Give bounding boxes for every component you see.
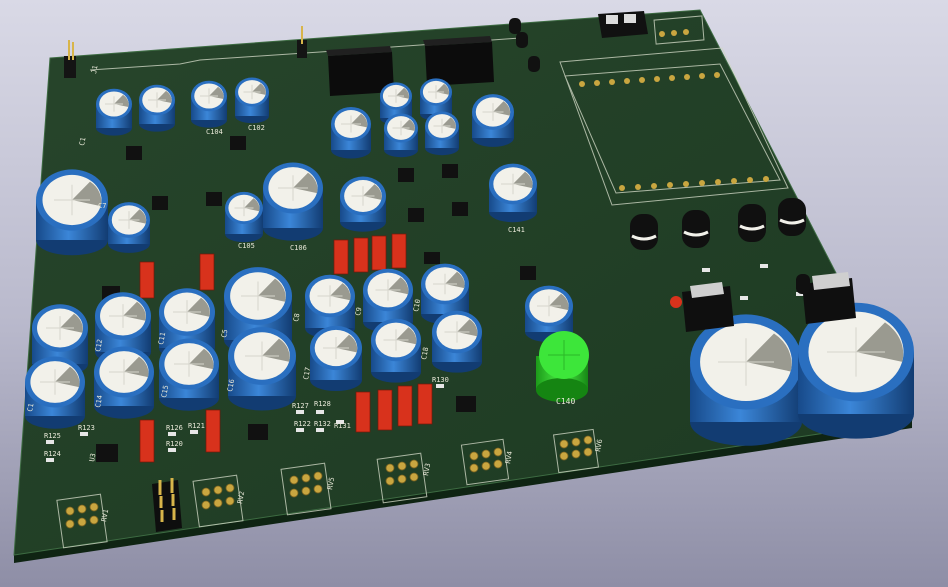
label-c106: C106 [290,244,307,252]
label-r121: R121 [188,422,205,430]
label-r131: R131 [334,422,351,430]
capacitor-28 [310,325,362,392]
capacitor-4 [235,77,269,124]
label-r122: R122 [294,420,311,428]
label-r125: R125 [44,432,61,440]
capacitor-27 [228,327,296,411]
capacitor-29 [371,318,421,383]
capacitor-2 [139,84,175,132]
capacitor-33 [798,302,914,439]
label-c1: C1 [26,403,35,413]
capacitor-30 [432,310,482,373]
label-u3: U3 [88,453,97,463]
label-c7: C7 [98,202,106,210]
capacitor-24 [25,356,85,429]
capacitor-1 [96,88,132,136]
capacitor-12 [108,202,150,253]
label-r130: R130 [432,376,449,384]
capacitor-15 [340,176,386,232]
label-c105: C105 [238,242,255,250]
label-c9: C9 [354,307,363,317]
label-r120: R120 [166,440,183,448]
capacitor-10 [472,94,514,147]
label-r123: R123 [78,424,95,432]
capacitor-9 [425,111,459,156]
green-capacitor [536,331,589,402]
pin-header-bottom [152,478,182,532]
label-r126: R126 [166,424,183,432]
label-c1-top: C1 [78,137,87,147]
label-c140: C140 [556,397,575,406]
capacitor-25 [94,346,154,419]
capacitor-13 [225,191,263,243]
label-r132: R132 [314,420,331,428]
capacitor-26 [159,338,219,411]
capacitor-7 [331,107,371,159]
label-c141: C141 [508,226,525,234]
label-c102: C102 [248,124,265,132]
capacitor-3 [191,80,227,128]
capacitor-8 [384,113,418,158]
capacitor-11 [36,169,108,256]
label-r124: R124 [44,450,61,458]
label-c104: C104 [206,128,223,136]
capacitor-16 [489,163,537,223]
dc-jack [598,11,648,38]
label-c8: C8 [292,313,301,323]
label-r128: R128 [314,400,331,408]
capacitor-32 [690,314,802,446]
label-c5: C5 [220,329,229,339]
pcb-3d-render: C7 C1 C12 C11 C14 C15 C16 C5 C8 C17 C9 C… [13,9,914,563]
label-r127: R127 [292,402,309,410]
capacitor-14 [263,162,323,241]
label-j1: J1 [90,65,99,75]
